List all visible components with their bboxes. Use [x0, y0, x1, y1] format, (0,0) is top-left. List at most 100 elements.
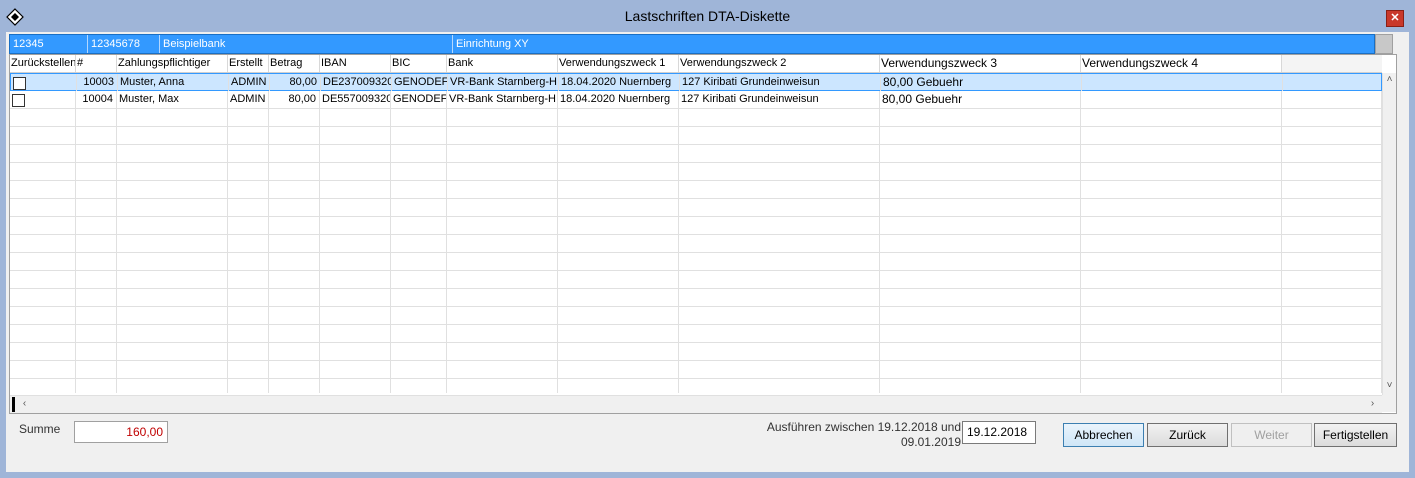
cell-nr	[76, 109, 117, 126]
client-area: 12345 12345678 Beispielbank Einrichtung …	[6, 32, 1409, 472]
empty-row[interactable]	[10, 253, 1382, 271]
col-header-bank[interactable]: Bank	[447, 55, 558, 72]
empty-row[interactable]	[10, 307, 1382, 325]
cancel-button[interactable]: Abbrechen	[1063, 423, 1144, 447]
cell-filler	[1282, 199, 1382, 216]
dialog-window: Lastschriften DTA-Diskette ✕ 12345 12345…	[0, 0, 1415, 478]
cell-vz3	[880, 199, 1081, 216]
cell-amount	[269, 307, 320, 324]
cell-vz4	[1081, 127, 1282, 144]
empty-row[interactable]	[10, 163, 1382, 181]
cell-vz4	[1081, 199, 1282, 216]
col-header-vz2[interactable]: Verwendungszweck 2	[679, 55, 880, 72]
execution-date-input[interactable]: 19.12.2018	[962, 421, 1036, 444]
info-field-facility: Einrichtung XY	[456, 38, 529, 50]
col-header-filler	[1282, 55, 1382, 72]
cell-iban	[320, 325, 391, 342]
empty-row[interactable]	[10, 343, 1382, 361]
cell-bic: GENODEF1	[392, 74, 448, 91]
empty-row[interactable]	[10, 199, 1382, 217]
cell-amount	[269, 343, 320, 360]
col-header-iban[interactable]: IBAN	[320, 55, 391, 72]
cell-vz4	[1081, 361, 1282, 378]
cell-filler	[1282, 361, 1382, 378]
empty-row[interactable]	[10, 127, 1382, 145]
cell-iban	[320, 181, 391, 198]
cell-created	[228, 307, 269, 324]
scroll-right-icon[interactable]: ›	[1366, 397, 1379, 411]
cell-vz2	[679, 163, 880, 180]
cell-bic	[391, 307, 447, 324]
empty-row[interactable]	[10, 109, 1382, 127]
cell-nr	[76, 253, 117, 270]
cell-vz2: 127 Kiribati Grundeinweisun	[680, 74, 881, 91]
cell-iban	[320, 199, 391, 216]
cell-filler	[1282, 235, 1382, 252]
empty-row[interactable]	[10, 361, 1382, 379]
table-header: Zurückstellen # Zahlungspflichtiger Erst…	[10, 55, 1382, 73]
cell-payer	[117, 343, 228, 360]
col-header-zurueckstellen[interactable]: Zurückstellen	[10, 55, 76, 72]
cell-vz2	[679, 217, 880, 234]
table-row[interactable]: 10004 Muster, Max ADMIN 80,00 DE557009320 GEN…	[10, 91, 1382, 109]
cell-payer	[117, 127, 228, 144]
empty-row[interactable]	[10, 181, 1382, 199]
cell-filler	[1282, 109, 1382, 126]
empty-row[interactable]	[10, 235, 1382, 253]
cell-vz3	[880, 217, 1081, 234]
cell-vz1	[558, 343, 679, 360]
empty-row[interactable]	[10, 289, 1382, 307]
cell-vz3	[880, 379, 1081, 393]
col-header-vz4[interactable]: Verwendungszweck 4	[1081, 55, 1282, 72]
scroll-left-icon[interactable]: ‹	[18, 397, 31, 411]
cell-created: ADMIN	[228, 91, 269, 108]
close-button[interactable]: ✕	[1386, 10, 1404, 27]
cell-zurueckstellen	[10, 379, 76, 393]
cell-amount	[269, 325, 320, 342]
col-header-nr[interactable]: #	[76, 55, 117, 72]
empty-row[interactable]	[10, 325, 1382, 343]
cell-amount	[269, 199, 320, 216]
debits-table: Zurückstellen # Zahlungspflichtiger Erst…	[9, 54, 1397, 414]
cell-zurueckstellen	[10, 343, 76, 360]
scroll-up-icon[interactable]: ˄	[1383, 73, 1396, 87]
cell-bic	[391, 289, 447, 306]
cell-zurueckstellen	[10, 271, 76, 288]
postpone-checkbox[interactable]	[13, 77, 26, 90]
col-header-vz1[interactable]: Verwendungszweck 1	[558, 55, 679, 72]
cell-filler	[1282, 343, 1382, 360]
vertical-scrollbar[interactable]: ˄ ˅	[1382, 73, 1396, 395]
cell-bank	[447, 253, 558, 270]
cell-nr	[76, 199, 117, 216]
postpone-checkbox[interactable]	[12, 94, 25, 107]
empty-row[interactable]	[10, 271, 1382, 289]
cell-amount	[269, 145, 320, 162]
cell-vz3	[880, 163, 1081, 180]
cell-iban: DE557009320	[320, 91, 391, 108]
next-button[interactable]: Weiter	[1231, 423, 1312, 447]
execution-range-label: Ausführen zwischen 19.12.2018 und 09.01.…	[706, 420, 961, 450]
col-header-bic[interactable]: BIC	[391, 55, 447, 72]
scroll-position-marker	[12, 397, 15, 412]
col-header-amount[interactable]: Betrag	[269, 55, 320, 72]
cell-iban	[320, 127, 391, 144]
col-header-payer[interactable]: Zahlungspflichtiger	[117, 55, 228, 72]
empty-row[interactable]	[10, 145, 1382, 163]
cell-vz3	[880, 181, 1081, 198]
cell-vz1	[558, 379, 679, 393]
back-button[interactable]: Zurück	[1147, 423, 1228, 447]
cell-bank	[447, 361, 558, 378]
cell-created	[228, 325, 269, 342]
title-bar[interactable]: Lastschriften DTA-Diskette ✕	[0, 0, 1415, 32]
cell-filler	[1282, 325, 1382, 342]
col-header-created[interactable]: Erstellt	[228, 55, 269, 72]
horizontal-scrollbar[interactable]: ‹ ›	[10, 395, 1382, 413]
empty-row[interactable]	[10, 217, 1382, 235]
col-header-vz3[interactable]: Verwendungszweck 3	[880, 55, 1081, 72]
table-row[interactable]: 10003 Muster, Anna ADMIN 80,00 DE237009320 GE…	[10, 73, 1382, 91]
cell-filler	[1282, 217, 1382, 234]
empty-row[interactable]	[10, 379, 1382, 393]
scroll-down-icon[interactable]: ˅	[1383, 379, 1396, 393]
cell-filler	[1282, 181, 1382, 198]
finish-button[interactable]: Fertigstellen	[1314, 423, 1397, 447]
